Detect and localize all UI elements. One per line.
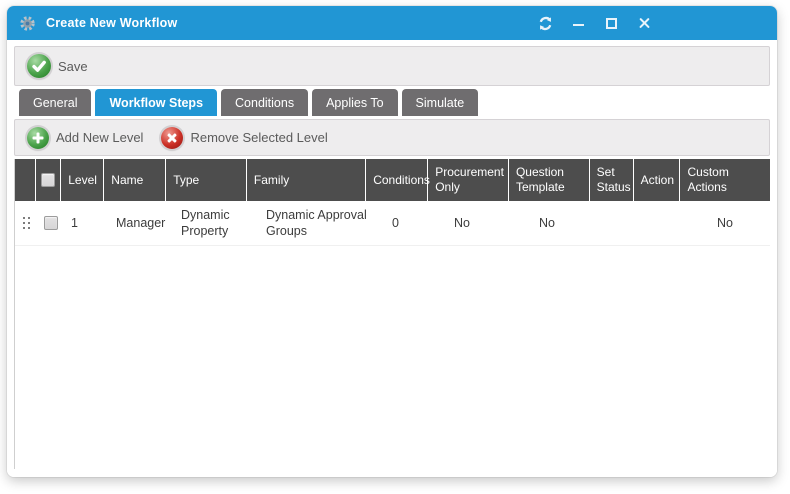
cell-level: 1 bbox=[64, 201, 109, 245]
header-type[interactable]: Type bbox=[166, 159, 247, 201]
save-check-icon bbox=[27, 54, 51, 78]
header-set-status[interactable]: Set Status bbox=[590, 159, 634, 201]
remove-selected-level-label: Remove Selected Level bbox=[190, 130, 327, 145]
window-title: Create New Workflow bbox=[46, 16, 537, 30]
cell-name: Manager bbox=[109, 201, 174, 245]
tab-conditions[interactable]: Conditions bbox=[221, 89, 308, 116]
row-drag-cell bbox=[15, 201, 37, 245]
gear-icon bbox=[19, 15, 36, 32]
header-procurement-only[interactable]: Procurement Only bbox=[428, 159, 509, 201]
cell-question-template: No bbox=[532, 201, 617, 245]
grid-header-row: Level Name Type Family Conditions Procur… bbox=[15, 159, 770, 201]
close-button[interactable] bbox=[636, 15, 652, 31]
maximize-button[interactable] bbox=[603, 15, 619, 31]
tab-applies-to[interactable]: Applies To bbox=[312, 89, 397, 116]
tab-conditions-label: Conditions bbox=[235, 96, 294, 110]
add-new-level-label: Add New Level bbox=[56, 130, 143, 145]
tab-simulate-label: Simulate bbox=[416, 96, 465, 110]
select-all-checkbox[interactable] bbox=[41, 173, 55, 187]
cell-family: Dynamic Approval Groups bbox=[259, 201, 385, 245]
close-icon bbox=[638, 17, 651, 30]
header-name[interactable]: Name bbox=[104, 159, 166, 201]
row-select-cell bbox=[37, 201, 64, 245]
table-row[interactable]: 1 Manager Dynamic Property Dynamic Appro… bbox=[15, 201, 770, 246]
tab-applies-to-label: Applies To bbox=[326, 96, 383, 110]
tab-workflow-steps-label: Workflow Steps bbox=[109, 96, 203, 110]
tab-bar: General Workflow Steps Conditions Applie… bbox=[14, 86, 770, 116]
save-button[interactable]: Save bbox=[23, 52, 96, 80]
level-toolbar: Add New Level Remove Selected Level bbox=[14, 119, 770, 156]
tab-general[interactable]: General bbox=[19, 89, 91, 116]
add-new-level-button[interactable]: Add New Level bbox=[23, 125, 151, 151]
save-button-label: Save bbox=[58, 59, 88, 74]
drag-handle-icon[interactable] bbox=[23, 217, 30, 229]
cell-procurement-only: No bbox=[447, 201, 532, 245]
minimize-icon bbox=[573, 24, 584, 26]
header-drag-column bbox=[15, 159, 36, 201]
header-select-all[interactable] bbox=[36, 159, 61, 201]
header-custom-actions[interactable]: Custom Actions bbox=[680, 159, 769, 201]
header-question-template[interactable]: Question Template bbox=[509, 159, 590, 201]
minimize-button[interactable] bbox=[570, 15, 586, 31]
header-family[interactable]: Family bbox=[247, 159, 366, 201]
tab-general-label: General bbox=[33, 96, 77, 110]
dialog-content: Save General Workflow Steps Conditions A… bbox=[7, 40, 777, 477]
cell-set-status bbox=[617, 201, 661, 245]
header-action[interactable]: Action bbox=[634, 159, 681, 201]
remove-selected-level-button[interactable]: Remove Selected Level bbox=[157, 125, 335, 151]
maximize-icon bbox=[606, 18, 617, 29]
row-checkbox[interactable] bbox=[44, 216, 58, 230]
dialog-window: Create New Workflow bbox=[7, 6, 777, 477]
refresh-icon bbox=[538, 16, 553, 31]
cell-custom-actions: No bbox=[710, 201, 770, 245]
add-plus-icon bbox=[27, 127, 49, 149]
save-toolbar: Save bbox=[14, 46, 770, 86]
title-bar[interactable]: Create New Workflow bbox=[7, 6, 777, 40]
cell-type: Dynamic Property bbox=[174, 201, 259, 245]
tab-simulate[interactable]: Simulate bbox=[402, 89, 479, 116]
header-conditions[interactable]: Conditions bbox=[366, 159, 428, 201]
tab-workflow-steps[interactable]: Workflow Steps bbox=[95, 89, 217, 116]
cell-action bbox=[661, 201, 710, 245]
workflow-steps-grid: Level Name Type Family Conditions Procur… bbox=[14, 159, 770, 469]
remove-x-icon bbox=[161, 127, 183, 149]
header-level[interactable]: Level bbox=[61, 159, 104, 201]
refresh-button[interactable] bbox=[537, 15, 553, 31]
grid-empty-area bbox=[15, 246, 770, 469]
cell-conditions: 0 bbox=[385, 201, 447, 245]
